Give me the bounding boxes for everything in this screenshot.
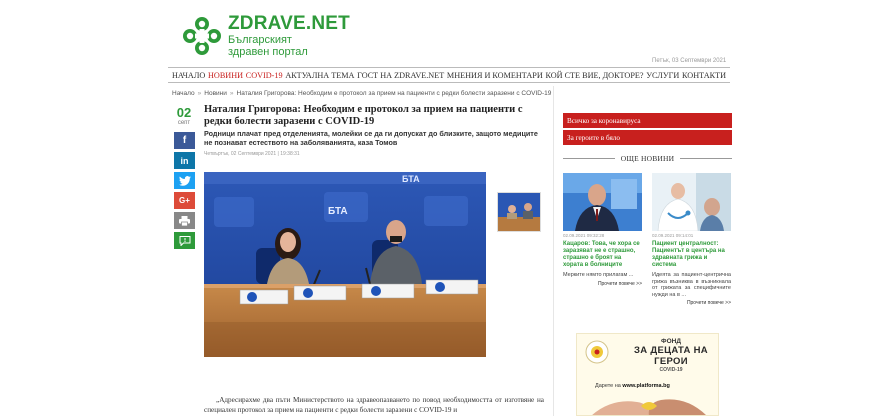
print-button[interactable] [174,212,195,229]
read-more-link[interactable]: Прочети повече >> [652,300,731,306]
article-lead: Родници плачат пред отделенията, молейки… [204,129,538,147]
coronavirus-button[interactable]: Всичко за коронавируса [563,113,732,128]
article-meta: Четвъртък, 02 Септември 2021 | 19:38:31 [204,151,300,157]
news-date: 02.09.2021 09:14:01 [652,233,694,238]
breadcrumb-section[interactable]: Новини [204,90,227,97]
breadcrumb-home[interactable]: Начало [172,90,195,97]
nav-item-opinions[interactable]: МНЕНИЯ И КОМЕНТАРИ [447,71,543,80]
article-photo[interactable]: БТА БТА [204,172,486,357]
news-image[interactable] [563,173,642,231]
article-body: „Адресирахме два пъти Министерството на … [204,395,544,415]
print-icon [179,215,190,226]
press-conference-image: БТА БТА [204,172,486,357]
news-photo-doctor [652,173,731,231]
logo-tagline: Българският [228,34,292,46]
linkedin-icon: in [180,155,189,166]
news-title[interactable]: Пациент централност: Пациентът в центъра… [652,241,731,269]
nav-item-services[interactable]: УСЛУГИ [646,71,679,80]
heroes-in-white-button[interactable]: За героите в бяло [563,130,732,145]
logo-tagline: здравен портал [228,46,308,58]
article-date-box: 02 септ [174,106,194,127]
news-photo-man [563,173,642,231]
google-plus-icon: G+ [179,196,190,205]
nav-item-topic[interactable]: АКТУАЛНА ТЕМА [285,71,354,80]
news-title[interactable]: Кацаров: Това, че хора се заразяват не е… [563,241,642,269]
facebook-icon: f [182,135,187,146]
main-nav: НАЧАЛО НОВИНИ COVID-19 АКТУАЛНА ТЕМА ГОС… [168,67,730,83]
svg-text:БТА: БТА [402,174,420,184]
breadcrumb: Начало» Новини» Наталия Григорова: Необход… [172,90,552,97]
ad-hands-image [592,399,706,415]
news-card[interactable]: 02.09.2021 09:32:28 Кацаров: Това, че хо… [563,173,642,287]
article-title: Наталия Григорова: Необходим е протокол … [204,104,523,127]
article-gallery-thumbnail[interactable] [497,192,541,232]
nav-item-covid[interactable]: COVID-19 [246,71,283,80]
news-image[interactable] [652,173,731,231]
fund-ad-banner[interactable]: ФОНД ЗА ДЕЦАТА НА ГЕРОИ COVID-19 Дарете … [576,333,719,416]
header-date: Петък, 03 Септември 2021 [652,58,727,64]
svg-text:БТА: БТА [328,206,348,217]
more-news-label: ОЩЕ НОВИНИ [620,153,675,163]
news-card[interactable]: 02.09.2021 09:14:01 Пациент централност:… [652,173,731,306]
nav-item-guest[interactable]: ГОСТ НА ZDRAVE.NET [357,71,444,80]
twitter-share-button[interactable] [174,172,195,189]
facebook-share-button[interactable]: f [174,132,195,149]
ad-heading: ФОНД ЗА ДЕЦАТА НА ГЕРОИ COVID-19 [627,338,715,373]
ad-line-children: ЗА ДЕЦАТА НА ГЕРОИ [634,345,708,367]
divider [680,157,732,159]
ad-donate-text: Дарете на www.platforma.bg [595,383,670,389]
comment-icon [179,235,190,246]
nav-item-doctors[interactable]: КОЙ СТЕ ВИЕ, ДОКТОРЕ? [545,71,643,80]
logo-icon [183,17,221,55]
date-day: 02 [176,105,192,120]
breadcrumb-current: Наталия Григорова: Необходим е протокол … [236,90,552,97]
sidebar-divider [553,86,554,416]
ad-donate-prefix: Дарете на [595,383,623,389]
news-excerpt: Идеята за пациент-центрична грижа възник… [652,272,731,298]
article-paragraph: „Адресирахме два пъти Министерството на … [204,396,544,414]
comment-button[interactable] [174,232,195,249]
ad-line-covid: COVID-19 [659,367,683,373]
logo-name: ZDRAVE.NET [228,13,350,34]
linkedin-share-button[interactable]: in [174,152,195,169]
news-excerpt: Мерките нямто прилагам ... [563,272,634,278]
twitter-icon [178,175,191,186]
nav-item-news[interactable]: НОВИНИ [208,71,243,80]
ad-donate-site[interactable]: www.platforma.bg [622,383,669,389]
news-date: 02.09.2021 09:32:28 [563,233,605,238]
site-logo[interactable]: ZDRAVE.NET Българският здравен портал [182,14,350,58]
ad-line-fund: ФОНД [661,338,681,345]
nav-item-contacts[interactable]: КОНТАКТИ [682,71,726,80]
nav-item-home[interactable]: НАЧАЛО [172,71,205,80]
fund-logo-icon [585,340,609,364]
divider [563,157,615,159]
more-news-heading: ОЩЕ НОВИНИ [563,152,732,164]
date-month: септ [177,120,191,126]
google-plus-share-button[interactable]: G+ [174,192,195,209]
read-more-link[interactable]: Прочети повече >> [563,281,642,287]
gallery-thumbnail-image [498,193,540,231]
